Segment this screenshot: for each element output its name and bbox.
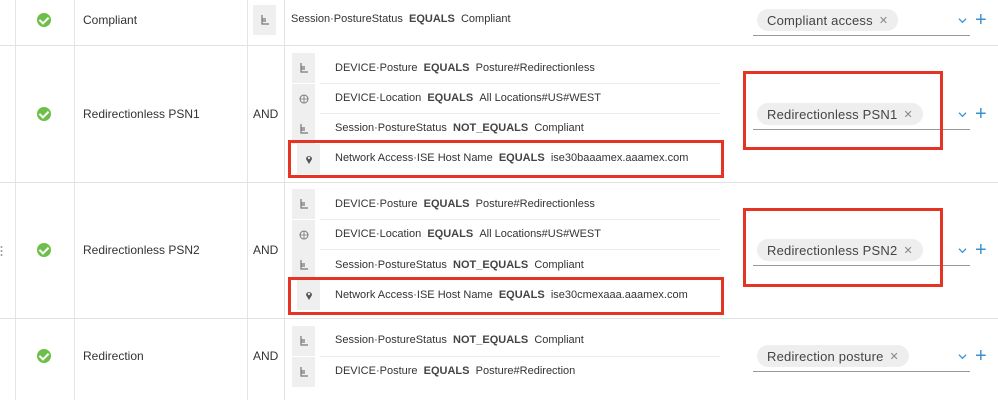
condition-text: DEVICE·Posture EQUALS Posture#Redirectio… xyxy=(335,62,595,74)
chevron-down-icon[interactable] xyxy=(958,16,967,25)
add-icon[interactable]: + xyxy=(975,346,987,366)
condition-text: DEVICE·Location EQUALS All Locations#US#… xyxy=(335,228,601,240)
logical-operator: AND xyxy=(253,349,279,363)
row-divider xyxy=(0,318,998,319)
posture-icon xyxy=(253,5,276,35)
posture-icon xyxy=(292,250,315,280)
rule-name: Compliant xyxy=(83,13,138,27)
column-divider xyxy=(15,0,16,400)
globe-icon xyxy=(292,84,315,114)
drag-handle[interactable] xyxy=(0,244,3,256)
add-icon[interactable]: + xyxy=(975,10,987,30)
posture-icon xyxy=(292,357,315,387)
condition-text: Session·PostureStatus NOT_EQUALS Complia… xyxy=(335,259,584,271)
condition-divider xyxy=(320,83,720,84)
chevron-down-icon[interactable] xyxy=(958,110,967,119)
condition-text: DEVICE·Posture EQUALS Posture#Redirectio… xyxy=(335,365,576,377)
column-divider xyxy=(247,0,248,400)
result-chip[interactable]: Redirection posture ✕ xyxy=(757,345,909,367)
add-icon[interactable]: + xyxy=(975,104,987,124)
highlight-box xyxy=(288,140,724,178)
remove-icon[interactable]: ✕ xyxy=(890,350,899,363)
rule-name: Redirectionless PSN2 xyxy=(83,243,200,257)
status-enabled-icon[interactable] xyxy=(37,13,51,27)
result-chip-label: Redirection posture xyxy=(767,348,884,364)
status-enabled-icon[interactable] xyxy=(37,243,51,257)
highlight-box xyxy=(288,277,724,315)
condition-divider xyxy=(320,113,720,114)
column-divider xyxy=(74,0,75,400)
chevron-down-icon[interactable] xyxy=(958,246,967,255)
highlight-box xyxy=(743,208,943,287)
condition-text: Session·PostureStatus EQUALS Compliant xyxy=(291,13,511,25)
status-enabled-icon[interactable] xyxy=(37,349,51,363)
posture-icon xyxy=(292,326,315,356)
chevron-down-icon[interactable] xyxy=(958,352,967,361)
condition-text: DEVICE·Posture EQUALS Posture#Redirectio… xyxy=(335,198,595,210)
posture-icon xyxy=(292,189,315,219)
result-field-underline xyxy=(753,371,970,372)
result-chip-label: Compliant access xyxy=(767,12,873,28)
posture-icon xyxy=(292,53,315,83)
globe-icon xyxy=(292,220,315,250)
condition-text: Session·PostureStatus NOT_EQUALS Complia… xyxy=(335,334,584,346)
rule-name: Redirectionless PSN1 xyxy=(83,107,200,121)
condition-divider xyxy=(320,219,720,220)
logical-operator: AND xyxy=(253,243,279,257)
result-field-underline xyxy=(753,35,970,36)
logical-operator: AND xyxy=(253,107,279,121)
condition-divider xyxy=(320,356,720,357)
condition-text: DEVICE·Location EQUALS All Locations#US#… xyxy=(335,92,601,104)
condition-text: Session·PostureStatus NOT_EQUALS Complia… xyxy=(335,122,584,134)
row-divider xyxy=(0,45,998,46)
column-divider xyxy=(284,0,285,400)
status-enabled-icon[interactable] xyxy=(37,107,51,121)
result-chip[interactable]: Compliant access ✕ xyxy=(757,9,899,31)
condition-divider xyxy=(320,249,720,250)
add-icon[interactable]: + xyxy=(975,240,987,260)
highlight-box xyxy=(743,71,943,150)
remove-icon[interactable]: ✕ xyxy=(879,14,888,27)
row-divider xyxy=(0,182,998,183)
rule-name: Redirection xyxy=(83,349,144,363)
